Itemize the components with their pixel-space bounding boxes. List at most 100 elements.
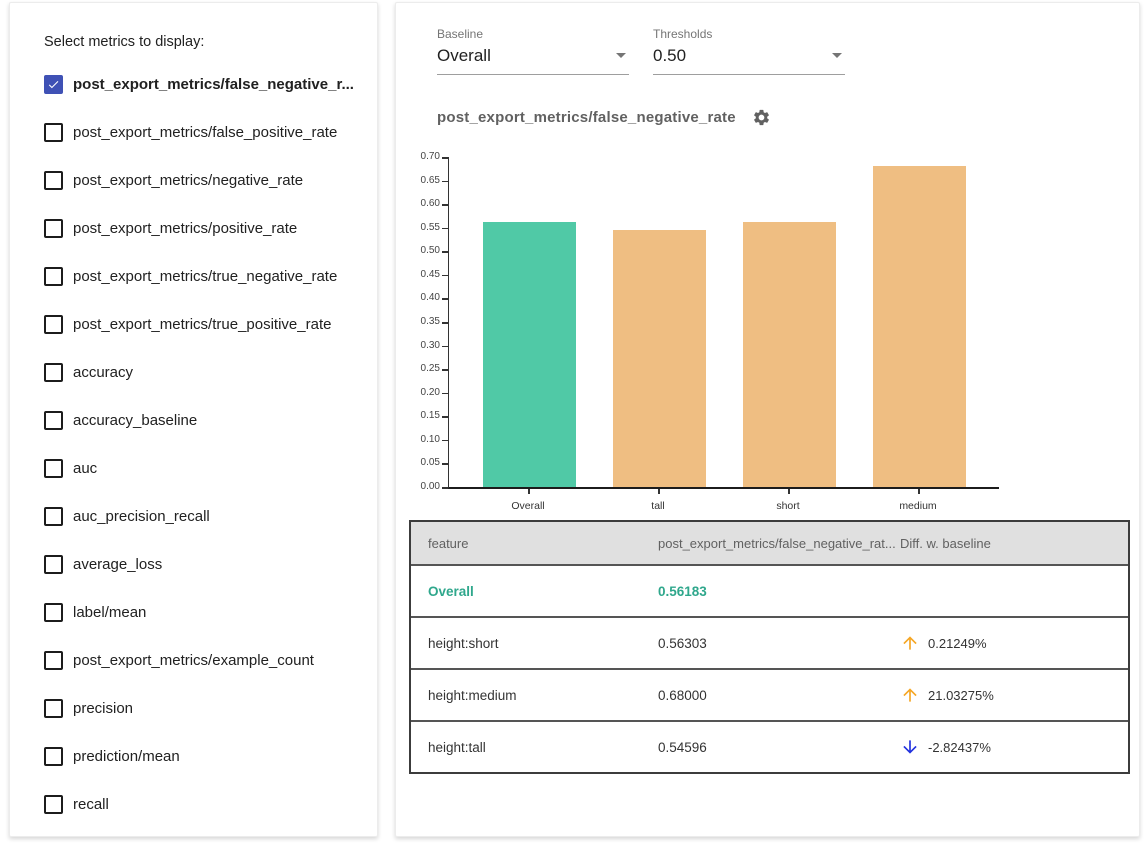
- x-axis-tick-label: medium: [858, 500, 978, 512]
- table-row: height:tall 0.54596 -2.82437%: [411, 720, 1128, 772]
- y-axis-tick-label: 0.60: [396, 198, 440, 210]
- y-axis-tick-label: 0.05: [396, 457, 440, 469]
- checkbox-icon[interactable]: [44, 507, 63, 526]
- y-axis-tick-mark: [442, 228, 448, 230]
- table-body: Overall 0.56183 height:short 0.56303 0.2…: [411, 564, 1128, 772]
- value-cell: 0.56303: [641, 636, 893, 651]
- bar-Overall[interactable]: [483, 222, 576, 487]
- metric-checkbox-item[interactable]: auc: [44, 444, 367, 492]
- metric-checkbox-item[interactable]: post_export_metrics/true_negative_rate: [44, 252, 367, 300]
- y-axis-tick-mark: [442, 322, 448, 324]
- diff-value: -2.82437%: [928, 740, 991, 755]
- thresholds-select-value-row[interactable]: 0.50: [653, 44, 845, 75]
- metric-checkbox-item[interactable]: post_export_metrics/false_positive_rate: [44, 108, 367, 156]
- metric-checkbox-item[interactable]: prediction/mean: [44, 732, 367, 780]
- y-axis-tick-mark: [442, 298, 448, 300]
- checkbox-icon[interactable]: [44, 75, 63, 94]
- y-axis-tick-label: 0.15: [396, 410, 440, 422]
- metric-checkbox-item[interactable]: post_export_metrics/positive_rate: [44, 204, 367, 252]
- metric-label: auc_precision_recall: [73, 508, 210, 525]
- x-axis-tick-mark: [918, 489, 920, 494]
- metric-checkbox-item[interactable]: recall: [44, 780, 367, 828]
- metric-label: label/mean: [73, 604, 146, 621]
- metric-label: post_export_metrics/true_negative_rate: [73, 268, 337, 285]
- metric-checkbox-item[interactable]: average_loss: [44, 540, 367, 588]
- metric-selector-panel: Select metrics to display: post_export_m…: [9, 2, 378, 837]
- chevron-down-icon: [616, 53, 626, 58]
- baseline-select[interactable]: Baseline Overall: [437, 27, 629, 75]
- bar-chart: 0.000.050.100.150.200.250.300.350.400.45…: [396, 153, 1111, 525]
- y-axis-tick-label: 0.30: [396, 340, 440, 352]
- x-axis-tick-label: short: [728, 500, 848, 512]
- diff-value: 21.03275%: [928, 688, 994, 703]
- checkbox-icon[interactable]: [44, 603, 63, 622]
- x-axis-tick-mark: [788, 489, 790, 494]
- y-axis-tick-label: 0.65: [396, 175, 440, 187]
- metrics-table: feature post_export_metrics/false_negati…: [409, 520, 1130, 774]
- checkbox-icon[interactable]: [44, 123, 63, 142]
- checkbox-icon[interactable]: [44, 459, 63, 478]
- bar-medium[interactable]: [873, 166, 966, 487]
- metric-label: recall: [73, 796, 109, 813]
- thresholds-select-label: Thresholds: [653, 27, 845, 41]
- metric-checkbox-item[interactable]: post_export_metrics/true_positive_rate: [44, 300, 367, 348]
- thresholds-select[interactable]: Thresholds 0.50: [653, 27, 845, 75]
- metric-checkbox-item[interactable]: post_export_metrics/negative_rate: [44, 156, 367, 204]
- y-axis-tick-label: 0.25: [396, 363, 440, 375]
- baseline-select-value: Overall: [437, 46, 491, 65]
- checkbox-icon[interactable]: [44, 411, 63, 430]
- y-axis-tick-mark: [442, 275, 448, 277]
- checkbox-icon[interactable]: [44, 747, 63, 766]
- checkbox-icon[interactable]: [44, 555, 63, 574]
- chart-plot-area: [448, 157, 999, 489]
- y-axis-tick-label: 0.55: [396, 222, 440, 234]
- metric-checkbox-item[interactable]: post_export_metrics/example_count: [44, 636, 367, 684]
- checkbox-icon[interactable]: [44, 267, 63, 286]
- diff-arrow-icon: [900, 633, 920, 653]
- metric-checkbox-item[interactable]: auc_precision_recall: [44, 492, 367, 540]
- diff-arrow-icon: [900, 685, 920, 705]
- checkbox-icon[interactable]: [44, 315, 63, 334]
- y-axis-tick-label: 0.40: [396, 292, 440, 304]
- checkbox-icon[interactable]: [44, 171, 63, 190]
- metric-checkbox-item[interactable]: accuracy: [44, 348, 367, 396]
- baseline-select-value-row[interactable]: Overall: [437, 44, 629, 75]
- checkmark-icon: [47, 78, 60, 91]
- feature-cell: Overall: [411, 584, 641, 599]
- col-header-diff: Diff. w. baseline: [893, 536, 1128, 551]
- gear-icon[interactable]: [752, 108, 771, 127]
- value-cell: 0.68000: [641, 688, 893, 703]
- checkbox-icon[interactable]: [44, 219, 63, 238]
- metric-label: precision: [73, 700, 133, 717]
- checkbox-icon[interactable]: [44, 795, 63, 814]
- y-axis-tick-mark: [442, 487, 448, 489]
- y-axis-tick-label: 0.10: [396, 434, 440, 446]
- metric-checkbox-item[interactable]: accuracy_baseline: [44, 396, 367, 444]
- metric-checkbox-item[interactable]: precision: [44, 684, 367, 732]
- metric-label: post_export_metrics/example_count: [73, 652, 314, 669]
- feature-cell: height:medium: [411, 688, 641, 703]
- diff-cell: 0.21249%: [893, 633, 1128, 653]
- chevron-down-icon: [832, 53, 842, 58]
- y-axis-tick-mark: [442, 204, 448, 206]
- table-row: height:short 0.56303 0.21249%: [411, 616, 1128, 668]
- metric-checkbox-item[interactable]: label/mean: [44, 588, 367, 636]
- y-axis-tick-label: 0.45: [396, 269, 440, 281]
- x-axis-tick-label: tall: [598, 500, 718, 512]
- checkbox-icon[interactable]: [44, 699, 63, 718]
- table-row: height:medium 0.68000 21.03275%: [411, 668, 1128, 720]
- checkbox-icon[interactable]: [44, 363, 63, 382]
- metric-checkbox-item[interactable]: post_export_metrics/false_negative_r...: [44, 60, 367, 108]
- x-axis-tick-label: Overall: [468, 500, 588, 512]
- y-axis-tick-mark: [442, 440, 448, 442]
- fairness-results-panel: Baseline Overall Thresholds 0.50 post_ex…: [395, 2, 1140, 837]
- diff-cell: 21.03275%: [893, 685, 1128, 705]
- y-axis-tick-label: 0.70: [396, 151, 440, 163]
- bar-tall[interactable]: [613, 230, 706, 487]
- bar-short[interactable]: [743, 222, 836, 487]
- metric-label: post_export_metrics/false_negative_r...: [73, 76, 354, 93]
- y-axis-tick-mark: [442, 346, 448, 348]
- checkbox-icon[interactable]: [44, 651, 63, 670]
- diff-value: 0.21249%: [928, 636, 987, 651]
- metric-label: post_export_metrics/true_positive_rate: [73, 316, 331, 333]
